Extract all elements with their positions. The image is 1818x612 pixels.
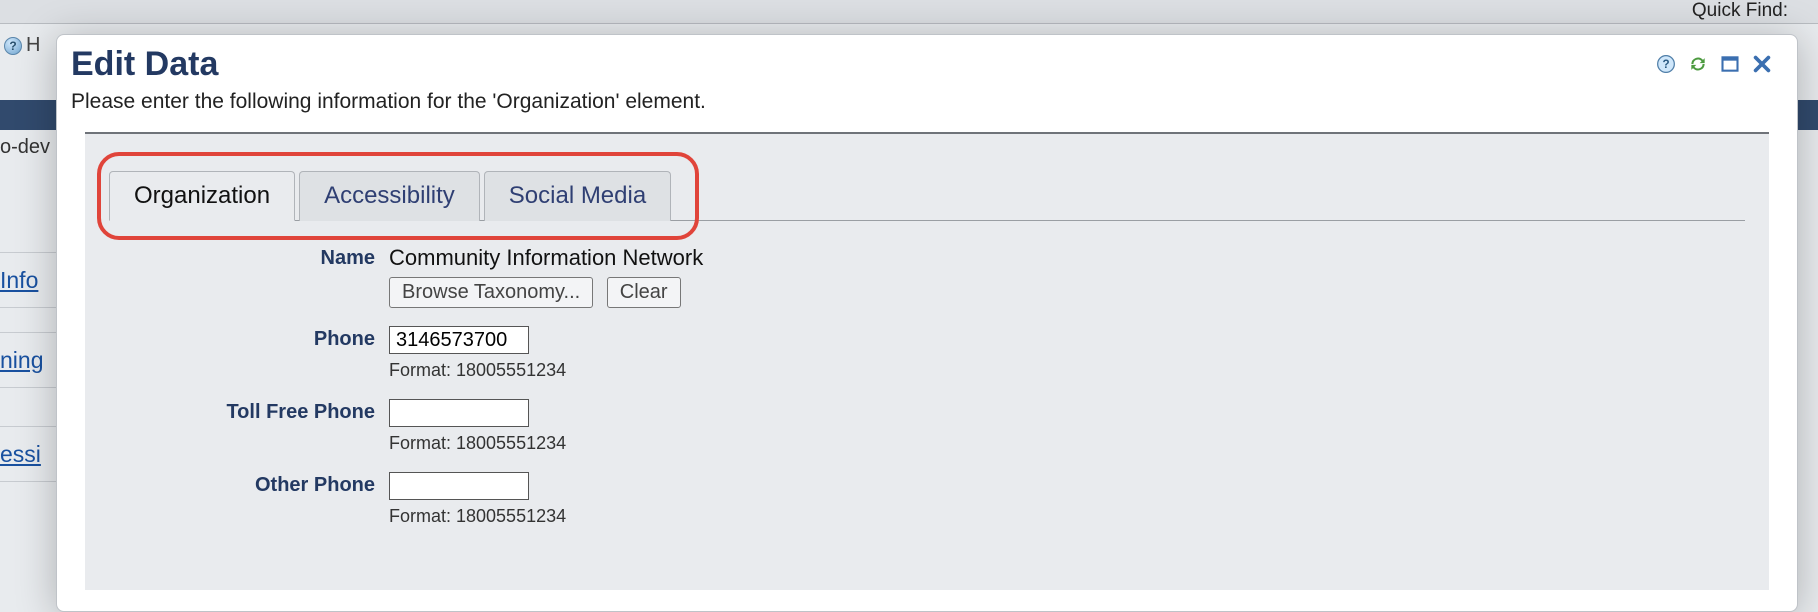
tab-social-media[interactable]: Social Media [484, 171, 671, 221]
row-name: Name Community Information Network Brows… [109, 245, 1745, 308]
row-phone: Phone Format: 18005551234 [109, 326, 1745, 381]
modal-header: Edit Data Please enter the following inf… [57, 35, 1797, 118]
label-other-phone: Other Phone [109, 472, 389, 497]
quick-find-bar: Quick Find: [0, 0, 1818, 24]
field-toll-free: Format: 18005551234 [389, 399, 1745, 454]
close-icon[interactable] [1751, 53, 1773, 75]
label-phone: Phone [109, 326, 389, 351]
bg-row: essi [0, 426, 56, 482]
bg-row: Info [0, 252, 56, 308]
modal-body: Organization Accessibility Social Media … [85, 132, 1769, 590]
quick-find-label: Quick Find: [1692, 0, 1788, 21]
row-toll-free: Toll Free Phone Format: 18005551234 [109, 399, 1745, 454]
phone-input[interactable] [389, 326, 529, 354]
tab-accessibility[interactable]: Accessibility [299, 171, 480, 221]
field-phone: Format: 18005551234 [389, 326, 1745, 381]
tab-label: Organization [134, 182, 270, 209]
modal-toolbar: ? [1655, 53, 1773, 75]
modal-title: Edit Data [71, 45, 1769, 84]
browse-taxonomy-button[interactable]: Browse Taxonomy... [389, 277, 593, 308]
bg-row: ning [0, 332, 56, 388]
phone-hint: Format: 18005551234 [389, 360, 1745, 381]
toll-free-input[interactable] [389, 399, 529, 427]
modal-subtitle: Please enter the following information f… [71, 90, 1769, 114]
refresh-icon[interactable] [1687, 53, 1709, 75]
name-value: Community Information Network [389, 245, 1745, 271]
other-phone-hint: Format: 18005551234 [389, 506, 1745, 527]
bg-link-ning[interactable]: ning [0, 347, 43, 374]
svg-text:?: ? [1662, 58, 1669, 71]
maximize-icon[interactable] [1719, 53, 1741, 75]
tab-strip: Organization Accessibility Social Media [109, 170, 1745, 221]
help-icon: ? [4, 37, 22, 55]
help-letter: H [26, 34, 40, 57]
tab-label: Social Media [509, 182, 646, 209]
label-name: Name [109, 245, 389, 270]
bg-link-info[interactable]: Info [0, 267, 38, 294]
row-other-phone: Other Phone Format: 18005551234 [109, 472, 1745, 527]
tab-label: Accessibility [324, 182, 455, 209]
dev-text-fragment: o-dev [0, 136, 50, 159]
other-phone-input[interactable] [389, 472, 529, 500]
clear-button[interactable]: Clear [607, 277, 681, 308]
toll-free-hint: Format: 18005551234 [389, 433, 1745, 454]
edit-data-modal: ? Edit Data Please enter the following i… [56, 34, 1798, 612]
tab-organization[interactable]: Organization [109, 171, 295, 221]
help-link-fragment: ? H [4, 34, 40, 57]
help-icon[interactable]: ? [1655, 53, 1677, 75]
field-name: Community Information Network Browse Tax… [389, 245, 1745, 308]
field-other-phone: Format: 18005551234 [389, 472, 1745, 527]
bg-link-essi[interactable]: essi [0, 441, 41, 468]
label-toll-free: Toll Free Phone [109, 399, 389, 424]
